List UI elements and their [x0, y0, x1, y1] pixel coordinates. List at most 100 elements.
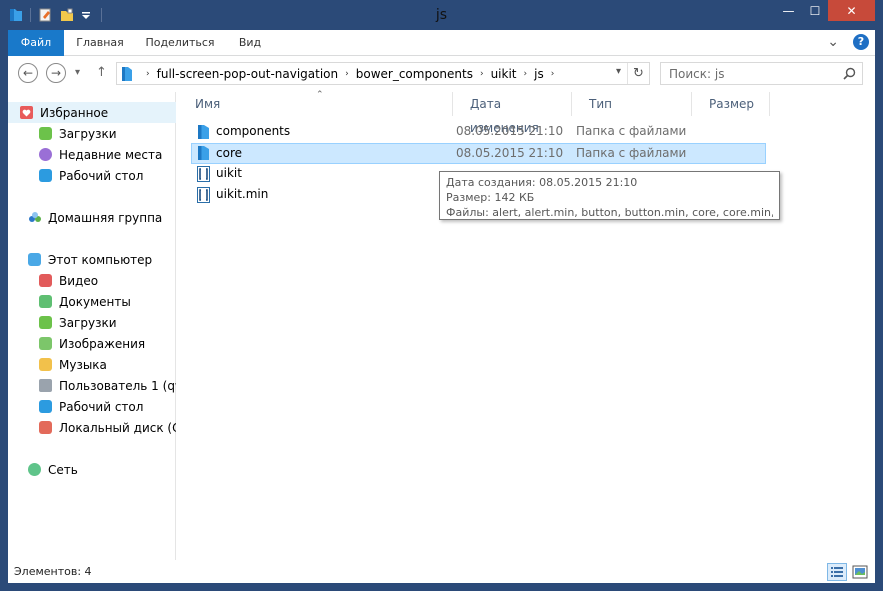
address-bar[interactable]: › full-screen-pop-out-navigation › bower…	[116, 62, 650, 85]
crumb-separator-icon[interactable]: ›	[551, 69, 555, 79]
nav-pictures[interactable]: Изображения	[8, 333, 176, 354]
phone-icon	[39, 379, 52, 392]
folder-location-icon	[121, 66, 133, 82]
folder-icon	[197, 124, 210, 140]
video-icon	[39, 274, 52, 287]
tooltip-created: Дата создания: 08.05.2015 21:10	[446, 176, 638, 189]
crumb-separator-icon[interactable]: ›	[146, 69, 150, 79]
file-name: uikit	[216, 166, 242, 180]
title-bar: js — ☐ ✕	[0, 0, 883, 30]
breadcrumb-uikit[interactable]: uikit	[491, 67, 517, 81]
nav-label: Этот компьютер	[48, 252, 153, 267]
js-file-icon	[197, 187, 210, 203]
recent-places-icon	[39, 148, 52, 161]
explorer-content: Файл Главная Поделиться Вид ⌄ ? ← → ▾ ↑ …	[8, 30, 875, 583]
breadcrumb-bower[interactable]: bower_components	[356, 67, 473, 81]
nav-local-disk[interactable]: Локальный диск (C:)	[8, 417, 176, 438]
file-row-core[interactable]: core 08.05.2015 21:10 Папка с файлами	[191, 143, 766, 164]
nav-videos[interactable]: Видео	[8, 270, 176, 291]
nav-favorites[interactable]: Избранное	[8, 102, 176, 123]
document-icon	[39, 295, 52, 308]
nav-label: Недавние места	[59, 147, 163, 162]
search-icon[interactable]	[843, 67, 856, 80]
nav-this-pc[interactable]: Этот компьютер	[8, 249, 176, 270]
tooltip-files: Файлы: alert, alert.min, button, button.…	[446, 206, 773, 219]
nav-user-device[interactable]: Пользователь 1 (qwe	[8, 375, 176, 396]
file-name: uikit.min	[216, 187, 269, 201]
tab-share[interactable]: Поделиться	[140, 30, 220, 56]
nav-label: Домашняя группа	[48, 210, 163, 225]
nav-documents[interactable]: Документы	[8, 291, 176, 312]
tab-file[interactable]: Файл	[8, 30, 64, 56]
nav-label: Рабочий стол	[59, 168, 144, 183]
nav-label: Изображения	[59, 336, 146, 351]
column-size[interactable]: Размер	[692, 92, 770, 116]
back-button[interactable]: ←	[18, 63, 38, 83]
explorer-window: js — ☐ ✕ Файл Главная Поделиться Вид ⌄ ?…	[0, 0, 883, 591]
recent-locations-icon[interactable]: ▾	[75, 67, 80, 78]
crumb-separator-icon[interactable]: ›	[524, 69, 528, 79]
homegroup-icon	[28, 211, 41, 224]
file-type: Папка с файлами	[576, 124, 687, 138]
status-bar: Элементов: 4	[8, 560, 875, 583]
search-input[interactable]: Поиск: js	[660, 62, 863, 85]
nav-label: Документы	[59, 294, 131, 309]
computer-icon	[28, 253, 41, 266]
nav-label: Загрузки	[59, 315, 117, 330]
column-type[interactable]: Тип	[572, 92, 692, 116]
large-icons-view-icon[interactable]	[850, 563, 870, 581]
nav-recent-places[interactable]: Недавние места	[8, 144, 176, 165]
window-title: js	[435, 7, 448, 23]
expand-ribbon-icon[interactable]: ⌄	[827, 35, 839, 49]
desktop-icon	[39, 169, 52, 182]
refresh-icon[interactable]: ↻	[627, 63, 649, 84]
nav-label: Загрузки	[59, 126, 117, 141]
folder-tooltip: Дата создания: 08.05.2015 21:10 Размер: …	[439, 171, 780, 220]
js-file-icon	[197, 166, 210, 182]
breadcrumb-project[interactable]: full-screen-pop-out-navigation	[157, 67, 339, 81]
ribbon: Файл Главная Поделиться Вид ⌄ ?	[8, 30, 875, 56]
address-row: ← → ▾ ↑ › full-screen-pop-out-navigation…	[8, 56, 875, 92]
nav-label: Пользователь 1 (qwe	[59, 378, 176, 393]
navigation-pane: Избранное Загрузки Недавние места Рабочи…	[8, 92, 176, 560]
crumb-separator-icon[interactable]: ›	[345, 69, 349, 79]
nav-downloads-favorite[interactable]: Загрузки	[8, 123, 176, 144]
nav-homegroup[interactable]: Домашняя группа	[8, 207, 176, 228]
picture-icon	[39, 337, 52, 350]
download-icon	[39, 127, 52, 140]
nav-favorites-label: Избранное	[40, 105, 109, 120]
nav-desktop[interactable]: Рабочий стол	[8, 396, 176, 417]
column-name[interactable]: Имя	[178, 92, 452, 116]
disk-icon	[39, 421, 52, 434]
nav-downloads[interactable]: Загрузки	[8, 312, 176, 333]
ribbon-controls: ⌄ ?	[827, 34, 869, 50]
folder-icon	[197, 145, 210, 161]
network-icon	[28, 463, 41, 476]
up-button[interactable]: ↑	[96, 65, 107, 80]
nav-label: Видео	[59, 273, 99, 288]
tab-home[interactable]: Главная	[70, 30, 130, 56]
nav-network[interactable]: Сеть	[8, 459, 176, 480]
heart-icon	[20, 106, 33, 119]
desktop-icon	[39, 400, 52, 413]
column-date-modified[interactable]: Дата изменения	[452, 92, 572, 135]
tab-view[interactable]: Вид	[230, 30, 270, 56]
file-row-components[interactable]: components 08.05.2015 21:10 Папка с файл…	[191, 122, 766, 143]
tooltip-size: Размер: 142 КБ	[446, 191, 535, 204]
nav-desktop-favorite[interactable]: Рабочий стол	[8, 165, 176, 186]
file-name: components	[216, 124, 291, 138]
breadcrumb-js[interactable]: js	[534, 67, 544, 81]
details-view-icon[interactable]	[827, 563, 847, 581]
column-headers: ⌃ Имя Дата изменения Тип Размер	[178, 90, 875, 135]
help-icon[interactable]: ?	[853, 34, 869, 50]
file-date: 08.05.2015 21:10	[456, 124, 564, 138]
crumb-separator-icon[interactable]: ›	[480, 69, 484, 79]
forward-button[interactable]: →	[46, 63, 66, 83]
file-type: Папка с файлами	[576, 146, 687, 160]
nav-music[interactable]: Музыка	[8, 354, 176, 375]
minimize-button[interactable]: —	[775, 0, 802, 21]
maximize-button[interactable]: ☐	[802, 0, 828, 21]
address-history-icon[interactable]: ▾	[616, 66, 621, 77]
nav-label: Рабочий стол	[59, 399, 144, 414]
close-button[interactable]: ✕	[828, 0, 875, 21]
